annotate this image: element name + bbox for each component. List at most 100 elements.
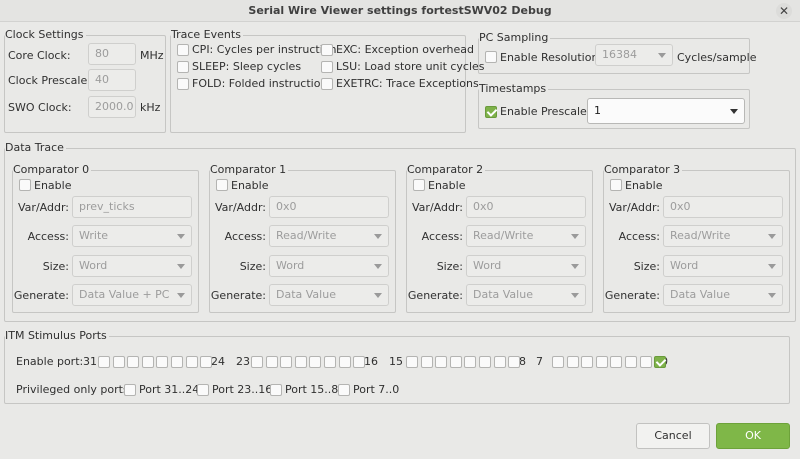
chevron-down-icon — [374, 234, 382, 239]
access-value: Read/Write — [276, 229, 337, 242]
port-group-label: 15 — [389, 355, 403, 368]
timestamps-prescaler-value: 1 — [594, 104, 601, 117]
privileged-port-checkbox[interactable] — [270, 384, 282, 396]
size-select[interactable]: Word — [466, 255, 586, 277]
access-select[interactable]: Read/Write — [663, 225, 783, 247]
comparator-enable-checkbox[interactable] — [610, 179, 622, 191]
itm-stimulus-group: ITM Stimulus Ports Enable port: 31 24 23… — [4, 329, 790, 404]
itm-port-7-checkbox[interactable] — [552, 356, 564, 368]
port-group-label: 8 — [519, 355, 526, 368]
pc-sampling-resolution-select[interactable]: 16384 — [595, 44, 673, 66]
chevron-down-icon — [177, 293, 185, 298]
size-select[interactable]: Word — [72, 255, 192, 277]
itm-port-0-checkbox[interactable] — [654, 356, 666, 368]
cancel-button[interactable]: Cancel — [636, 423, 710, 449]
size-select[interactable]: Word — [269, 255, 389, 277]
comparator-enable-checkbox[interactable] — [216, 179, 228, 191]
itm-port-9-checkbox[interactable] — [494, 356, 506, 368]
comparator-enable-checkbox[interactable] — [413, 179, 425, 191]
privileged-port-checkbox[interactable] — [197, 384, 209, 396]
itm-legend: ITM Stimulus Ports — [5, 329, 109, 342]
var-addr-input[interactable]: 0x0 — [663, 196, 783, 218]
itm-port-14-checkbox[interactable] — [421, 356, 433, 368]
port-group-label: 16 — [364, 355, 378, 368]
var-addr-input[interactable]: prev_ticks — [72, 196, 192, 218]
itm-port-5-checkbox[interactable] — [581, 356, 593, 368]
comparator-0: Comparator 0 Enable Var/Addr: prev_ticks… — [12, 163, 199, 313]
itm-port-29-checkbox[interactable] — [127, 356, 139, 368]
fold-checkbox[interactable] — [177, 78, 189, 90]
itm-port-20-checkbox[interactable] — [295, 356, 307, 368]
itm-port-1-checkbox[interactable] — [640, 356, 652, 368]
privileged-port-checkbox[interactable] — [338, 384, 350, 396]
pc-sampling-checkbox[interactable] — [485, 51, 497, 63]
itm-port-25-checkbox[interactable] — [186, 356, 198, 368]
itm-port-19-checkbox[interactable] — [309, 356, 321, 368]
itm-port-16-checkbox[interactable] — [353, 356, 365, 368]
var-addr-label: Var/Addr: — [215, 201, 266, 214]
itm-port-2-checkbox[interactable] — [625, 356, 637, 368]
generate-select[interactable]: Data Value — [663, 284, 783, 306]
itm-port-22-checkbox[interactable] — [266, 356, 278, 368]
generate-label: Generate: — [210, 289, 266, 302]
itm-port-28-checkbox[interactable] — [142, 356, 154, 368]
timestamps-checkbox[interactable] — [485, 106, 497, 118]
timestamps-prescaler-select[interactable]: 1 — [587, 98, 745, 124]
access-label: Access: — [27, 230, 69, 243]
itm-port-6-checkbox[interactable] — [567, 356, 579, 368]
privileged-port-label: Port 15..8 — [285, 383, 339, 396]
size-label: Size: — [239, 260, 266, 273]
access-select[interactable]: Write — [72, 225, 192, 247]
size-select[interactable]: Word — [663, 255, 783, 277]
privileged-port-label: Port 23..16 — [212, 383, 273, 396]
var-addr-input[interactable]: 0x0 — [269, 196, 389, 218]
access-select[interactable]: Read/Write — [269, 225, 389, 247]
itm-port-21-checkbox[interactable] — [280, 356, 292, 368]
generate-select[interactable]: Data Value — [466, 284, 586, 306]
ok-button[interactable]: OK — [716, 423, 790, 449]
itm-port-27-checkbox[interactable] — [156, 356, 168, 368]
generate-select[interactable]: Data Value — [269, 284, 389, 306]
swo-clock-unit: kHz — [140, 101, 161, 114]
comparator-enable-checkbox[interactable] — [19, 179, 31, 191]
itm-port-17-checkbox[interactable] — [339, 356, 351, 368]
comparator-title: Comparator 0 — [13, 163, 92, 176]
cpi-checkbox[interactable] — [177, 44, 189, 56]
fold-label: FOLD: Folded instructions — [192, 77, 334, 90]
close-icon[interactable]: ✕ — [776, 3, 792, 19]
exc-label: EXC: Exception overhead — [336, 43, 474, 56]
itm-port-23-checkbox[interactable] — [251, 356, 263, 368]
trace-events-group: Trace Events CPI: Cycles per instruction… — [170, 28, 485, 133]
exc-checkbox[interactable] — [321, 44, 333, 56]
itm-port-26-checkbox[interactable] — [171, 356, 183, 368]
itm-port-13-checkbox[interactable] — [435, 356, 447, 368]
port-group-label: 24 — [211, 355, 225, 368]
privileged-port-label: Port 31..24 — [139, 383, 200, 396]
itm-port-18-checkbox[interactable] — [324, 356, 336, 368]
core-clock-input[interactable]: 80 — [88, 43, 136, 65]
access-select[interactable]: Read/Write — [466, 225, 586, 247]
generate-label: Generate: — [13, 289, 69, 302]
itm-port-31-checkbox[interactable] — [98, 356, 110, 368]
itm-port-3-checkbox[interactable] — [610, 356, 622, 368]
sleep-checkbox[interactable] — [177, 61, 189, 73]
exetrc-checkbox[interactable] — [321, 78, 333, 90]
itm-port-11-checkbox[interactable] — [464, 356, 476, 368]
var-addr-input[interactable]: 0x0 — [466, 196, 586, 218]
itm-port-8-checkbox[interactable] — [508, 356, 520, 368]
chevron-down-icon — [768, 293, 776, 298]
itm-port-10-checkbox[interactable] — [479, 356, 491, 368]
swo-clock-input[interactable]: 2000.0 — [88, 96, 136, 118]
itm-port-12-checkbox[interactable] — [450, 356, 462, 368]
privileged-port-checkbox[interactable] — [124, 384, 136, 396]
itm-port-4-checkbox[interactable] — [596, 356, 608, 368]
itm-port-24-checkbox[interactable] — [200, 356, 212, 368]
port-group-label: 31 — [83, 355, 97, 368]
itm-port-30-checkbox[interactable] — [113, 356, 125, 368]
generate-select[interactable]: Data Value + PC — [72, 284, 192, 306]
itm-port-15-checkbox[interactable] — [406, 356, 418, 368]
lsu-label: LSU: Load store unit cycles — [336, 60, 485, 73]
lsu-checkbox[interactable] — [321, 61, 333, 73]
size-label: Size: — [42, 260, 69, 273]
clock-prescaler-input[interactable]: 40 — [88, 69, 136, 91]
